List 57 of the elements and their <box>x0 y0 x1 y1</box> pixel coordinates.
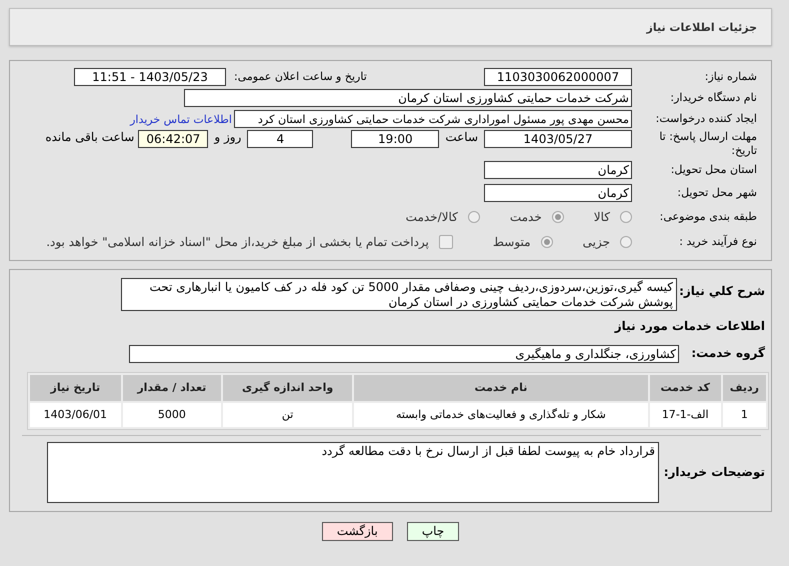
radio-label: جزیی <box>582 234 610 248</box>
print-button[interactable]: چاپ <box>406 522 460 540</box>
announce-date-field: 1403/05/23 - 11:51 <box>74 68 226 86</box>
field-label: مهلت ارسال پاسخ: تا تاریخ: <box>658 130 757 158</box>
field-label: شهر محل تحویل: <box>676 186 757 200</box>
checkbox-label: پرداخت تمام یا بخشی از مبلغ خرید،از محل "اسناد خزانه اسلامی" خواهد بود. <box>46 234 429 248</box>
table-cell: 1 <box>722 402 766 426</box>
checkbox[interactable] <box>438 234 453 248</box>
radio-label: خدمت <box>510 210 542 224</box>
field-label: ایجاد کننده درخواست: <box>654 112 757 126</box>
field-label: استان محل تحویل: <box>670 162 757 176</box>
radio-button[interactable] <box>620 210 632 222</box>
radio-label: کالا <box>594 210 610 224</box>
column-header: تاریخ نیاز <box>30 374 121 400</box>
deadline-date-field: 1403/05/27 <box>484 130 632 148</box>
field-label: شرح کلي نياز: <box>678 282 765 298</box>
table-cell: 1403/06/01 <box>30 402 121 426</box>
buyer-contact-link[interactable]: اطلاعات تماس خریدار <box>130 112 232 126</box>
radio-button[interactable] <box>468 210 480 222</box>
requester-field: محسن مهدی پور مسئول اموراداری شرکت خدمات حمایتی کشاورزی استان کرد <box>234 110 632 128</box>
back-button[interactable]: بازگشت <box>322 522 393 540</box>
buyer-org-field: شرکت خدمات حمایتی کشاورزی استان کرمان <box>184 89 632 107</box>
location-field: کرمان <box>484 160 632 178</box>
table-cell: الف-1-17 <box>650 402 721 426</box>
table-cell: 5000 <box>122 402 222 426</box>
field-label: شماره نیاز: <box>704 70 757 84</box>
column-header: واحد اندازه گیری <box>223 374 352 400</box>
section-title: اطلاعات خدمات مورد نیاز <box>614 318 765 332</box>
days-label: روز و <box>214 130 242 144</box>
description-box: کیسه گیری،توزین،سردوزی،ردیف چینی وصفافی مقدار 5000 تن کود فله در کف کامیون یا انبارهاری تحت پوشش شرکت خدمات حمایتی کشاورزی در استان کرمان <box>121 278 677 310</box>
field-label: نوع فرآیند خرید : <box>678 234 757 248</box>
field-label: نام دستگاه خریدار: <box>669 91 757 105</box>
field-label: طبقه بندی موضوعی: <box>658 210 757 224</box>
radio-button[interactable] <box>552 210 564 222</box>
column-header: ردیف <box>722 374 766 400</box>
radio-button[interactable] <box>620 236 632 248</box>
column-header: نام خدمت <box>354 374 648 400</box>
column-header: تعداد / مقدار <box>122 374 222 400</box>
field-label: توضیحات خریدار: <box>662 465 765 480</box>
table-cell: تن <box>223 402 352 426</box>
radio-button[interactable] <box>540 236 553 248</box>
service-group-field: کشاورزی، جنگلداری و ماهیگیری <box>129 344 679 362</box>
buyer-notes-box: قرارداد خام به پیوست لطفا قبل از ارسال نرخ با دقت مطالعه گردد <box>47 442 659 503</box>
radio-label: کالا/خدمت <box>406 210 458 224</box>
deadline-time-field: 19:00 <box>351 130 440 148</box>
need-number-field: 1103030062000007 <box>484 68 632 86</box>
location-field: کرمان <box>484 184 632 202</box>
radio-label: متوسط <box>492 234 531 248</box>
time-label: ساعت <box>445 130 478 144</box>
table-cell: شکار و تله‌گذاری و فعالیت‌های خدماتی وابسته <box>354 402 648 426</box>
remaining-label: ساعت باقی مانده <box>45 130 134 144</box>
field-label: گروه خدمت: <box>690 346 765 361</box>
days-field: 4 <box>247 130 314 148</box>
field-label: تاریخ و ساعت اعلان عمومی: <box>233 70 368 84</box>
column-header: کد خدمت <box>650 374 721 400</box>
page-title: جزئیات اطلاعات نیاز <box>646 20 757 34</box>
remaining-time-field: 06:42:07 <box>138 130 208 148</box>
